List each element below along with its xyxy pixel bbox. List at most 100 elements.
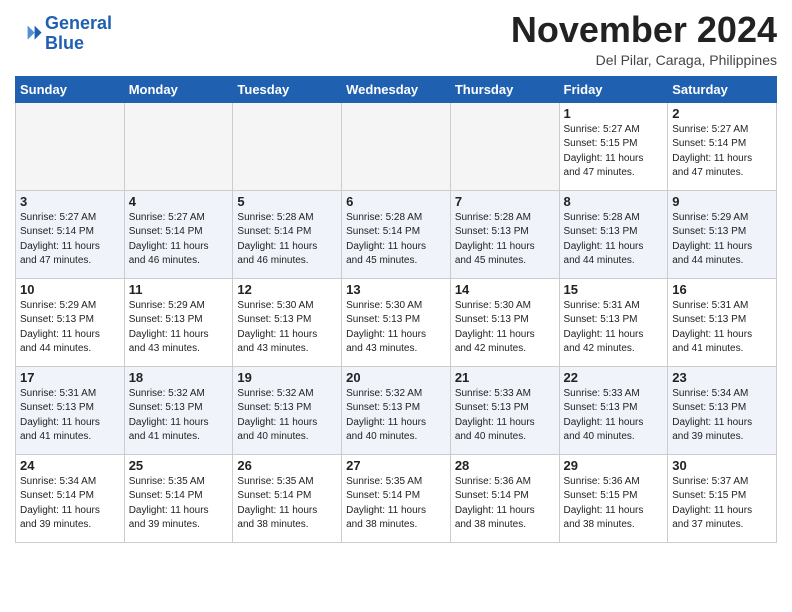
day-number: 29 bbox=[564, 458, 664, 473]
day-number: 15 bbox=[564, 282, 664, 297]
day-info: Sunrise: 5:35 AM Sunset: 5:14 PM Dayligh… bbox=[346, 475, 446, 533]
calendar-cell: 6Sunrise: 5:28 AM Sunset: 5:14 PM Daylig… bbox=[342, 190, 451, 278]
day-info: Sunrise: 5:33 AM Sunset: 5:13 PM Dayligh… bbox=[455, 387, 555, 445]
week-row-1: 3 Sunrise: 5:27 AM Sunset: 5:14 PM Daylig… bbox=[16, 190, 777, 278]
day-info: Sunrise: 5:33 AM Sunset: 5:13 PM Dayligh… bbox=[564, 387, 664, 445]
day-number: 21 bbox=[455, 370, 555, 385]
day-info: Sunrise: 5:28 AM Sunset: 5:13 PM Dayligh… bbox=[455, 211, 555, 269]
header-friday: Friday bbox=[559, 76, 668, 102]
calendar-cell bbox=[124, 102, 233, 190]
day-number: 22 bbox=[564, 370, 664, 385]
day-number: 17 bbox=[20, 370, 120, 385]
title-block: November 2024 Del Pilar, Caraga, Philipp… bbox=[511, 10, 777, 68]
calendar-cell: 23 Sunrise: 5:34 AM Sunset: 5:13 PM Dayli… bbox=[668, 366, 777, 454]
calendar-cell bbox=[450, 102, 559, 190]
day-number: 4 bbox=[129, 194, 229, 209]
calendar-cell: 25 Sunrise: 5:35 AM Sunset: 5:14 PM Dayli… bbox=[124, 454, 233, 542]
calendar-cell: 30Sunrise: 5:37 AM Sunset: 5:15 PM Dayli… bbox=[668, 454, 777, 542]
calendar-cell: 14 Sunrise: 5:30 AM Sunset: 5:13 PM Dayli… bbox=[450, 278, 559, 366]
calendar-cell: 16 Sunrise: 5:31 AM Sunset: 5:13 PM Dayli… bbox=[668, 278, 777, 366]
calendar-cell: 11 Sunrise: 5:29 AM Sunset: 5:13 PM Dayli… bbox=[124, 278, 233, 366]
day-info: Sunrise: 5:34 AM Sunset: 5:13 PM Dayligh… bbox=[672, 387, 772, 445]
day-number: 3 bbox=[20, 194, 120, 209]
day-number: 13 bbox=[346, 282, 446, 297]
logo-icon bbox=[15, 20, 43, 48]
calendar-cell bbox=[233, 102, 342, 190]
header-saturday: Saturday bbox=[668, 76, 777, 102]
calendar-header-row: SundayMondayTuesdayWednesdayThursdayFrid… bbox=[16, 76, 777, 102]
day-number: 7 bbox=[455, 194, 555, 209]
header-monday: Monday bbox=[124, 76, 233, 102]
day-info: Sunrise: 5:31 AM Sunset: 5:13 PM Dayligh… bbox=[20, 387, 120, 445]
day-info: Sunrise: 5:28 AM Sunset: 5:13 PM Dayligh… bbox=[564, 211, 664, 269]
day-info: Sunrise: 5:32 AM Sunset: 5:13 PM Dayligh… bbox=[346, 387, 446, 445]
calendar-cell: 22 Sunrise: 5:33 AM Sunset: 5:13 PM Dayli… bbox=[559, 366, 668, 454]
calendar-cell bbox=[342, 102, 451, 190]
month-title: November 2024 bbox=[511, 10, 777, 50]
day-number: 5 bbox=[237, 194, 337, 209]
logo-line2: Blue bbox=[45, 33, 84, 53]
day-info: Sunrise: 5:28 AM Sunset: 5:14 PM Dayligh… bbox=[346, 211, 446, 269]
header-sunday: Sunday bbox=[16, 76, 125, 102]
day-info: Sunrise: 5:27 AM Sunset: 5:14 PM Dayligh… bbox=[129, 211, 229, 269]
calendar-cell: 2 Sunrise: 5:27 AM Sunset: 5:14 PM Daylig… bbox=[668, 102, 777, 190]
calendar-cell: 21 Sunrise: 5:33 AM Sunset: 5:13 PM Dayli… bbox=[450, 366, 559, 454]
day-info: Sunrise: 5:36 AM Sunset: 5:15 PM Dayligh… bbox=[564, 475, 664, 533]
day-info: Sunrise: 5:27 AM Sunset: 5:14 PM Dayligh… bbox=[20, 211, 120, 269]
day-info: Sunrise: 5:28 AM Sunset: 5:14 PM Dayligh… bbox=[237, 211, 337, 269]
day-number: 1 bbox=[564, 106, 664, 121]
day-info: Sunrise: 5:29 AM Sunset: 5:13 PM Dayligh… bbox=[129, 299, 229, 357]
calendar-cell: 15Sunrise: 5:31 AM Sunset: 5:13 PM Dayli… bbox=[559, 278, 668, 366]
header-tuesday: Tuesday bbox=[233, 76, 342, 102]
calendar-cell: 9Sunrise: 5:29 AM Sunset: 5:13 PM Daylig… bbox=[668, 190, 777, 278]
calendar-cell: 17 Sunrise: 5:31 AM Sunset: 5:13 PM Dayli… bbox=[16, 366, 125, 454]
day-number: 8 bbox=[564, 194, 664, 209]
day-info: Sunrise: 5:30 AM Sunset: 5:13 PM Dayligh… bbox=[455, 299, 555, 357]
calendar-cell: 5 Sunrise: 5:28 AM Sunset: 5:14 PM Daylig… bbox=[233, 190, 342, 278]
day-number: 26 bbox=[237, 458, 337, 473]
day-number: 14 bbox=[455, 282, 555, 297]
header-wednesday: Wednesday bbox=[342, 76, 451, 102]
day-info: Sunrise: 5:36 AM Sunset: 5:14 PM Dayligh… bbox=[455, 475, 555, 533]
calendar-cell: 18Sunrise: 5:32 AM Sunset: 5:13 PM Dayli… bbox=[124, 366, 233, 454]
calendar-cell: 29 Sunrise: 5:36 AM Sunset: 5:15 PM Dayli… bbox=[559, 454, 668, 542]
day-info: Sunrise: 5:31 AM Sunset: 5:13 PM Dayligh… bbox=[672, 299, 772, 357]
day-number: 11 bbox=[129, 282, 229, 297]
calendar-cell: 7 Sunrise: 5:28 AM Sunset: 5:13 PM Daylig… bbox=[450, 190, 559, 278]
day-info: Sunrise: 5:30 AM Sunset: 5:13 PM Dayligh… bbox=[346, 299, 446, 357]
day-info: Sunrise: 5:35 AM Sunset: 5:14 PM Dayligh… bbox=[129, 475, 229, 533]
calendar-cell: 27 Sunrise: 5:35 AM Sunset: 5:14 PM Dayli… bbox=[342, 454, 451, 542]
day-number: 25 bbox=[129, 458, 229, 473]
day-info: Sunrise: 5:34 AM Sunset: 5:14 PM Dayligh… bbox=[20, 475, 120, 533]
day-number: 28 bbox=[455, 458, 555, 473]
calendar-body: 1 Sunrise: 5:27 AM Sunset: 5:15 PM Daylig… bbox=[16, 102, 777, 542]
week-row-4: 24Sunrise: 5:34 AM Sunset: 5:14 PM Dayli… bbox=[16, 454, 777, 542]
day-number: 18 bbox=[129, 370, 229, 385]
week-row-0: 1 Sunrise: 5:27 AM Sunset: 5:15 PM Daylig… bbox=[16, 102, 777, 190]
day-info: Sunrise: 5:30 AM Sunset: 5:13 PM Dayligh… bbox=[237, 299, 337, 357]
week-row-3: 17 Sunrise: 5:31 AM Sunset: 5:13 PM Dayli… bbox=[16, 366, 777, 454]
calendar-cell: 1 Sunrise: 5:27 AM Sunset: 5:15 PM Daylig… bbox=[559, 102, 668, 190]
calendar-cell: 24Sunrise: 5:34 AM Sunset: 5:14 PM Dayli… bbox=[16, 454, 125, 542]
day-info: Sunrise: 5:27 AM Sunset: 5:15 PM Dayligh… bbox=[564, 123, 664, 181]
day-info: Sunrise: 5:27 AM Sunset: 5:14 PM Dayligh… bbox=[672, 123, 772, 181]
day-number: 19 bbox=[237, 370, 337, 385]
day-number: 2 bbox=[672, 106, 772, 121]
day-number: 30 bbox=[672, 458, 772, 473]
calendar-cell: 4 Sunrise: 5:27 AM Sunset: 5:14 PM Daylig… bbox=[124, 190, 233, 278]
calendar-cell: 20Sunrise: 5:32 AM Sunset: 5:13 PM Dayli… bbox=[342, 366, 451, 454]
header: GeneralBlue November 2024 Del Pilar, Car… bbox=[15, 10, 777, 68]
day-number: 23 bbox=[672, 370, 772, 385]
calendar-cell bbox=[16, 102, 125, 190]
day-number: 10 bbox=[20, 282, 120, 297]
day-number: 27 bbox=[346, 458, 446, 473]
day-number: 9 bbox=[672, 194, 772, 209]
calendar-table: SundayMondayTuesdayWednesdayThursdayFrid… bbox=[15, 76, 777, 543]
day-number: 16 bbox=[672, 282, 772, 297]
location: Del Pilar, Caraga, Philippines bbox=[511, 52, 777, 68]
calendar-cell: 28 Sunrise: 5:36 AM Sunset: 5:14 PM Dayli… bbox=[450, 454, 559, 542]
calendar-cell: 19Sunrise: 5:32 AM Sunset: 5:13 PM Dayli… bbox=[233, 366, 342, 454]
week-row-2: 10 Sunrise: 5:29 AM Sunset: 5:13 PM Dayli… bbox=[16, 278, 777, 366]
logo-line1: General bbox=[45, 13, 112, 33]
logo: GeneralBlue bbox=[15, 14, 112, 54]
